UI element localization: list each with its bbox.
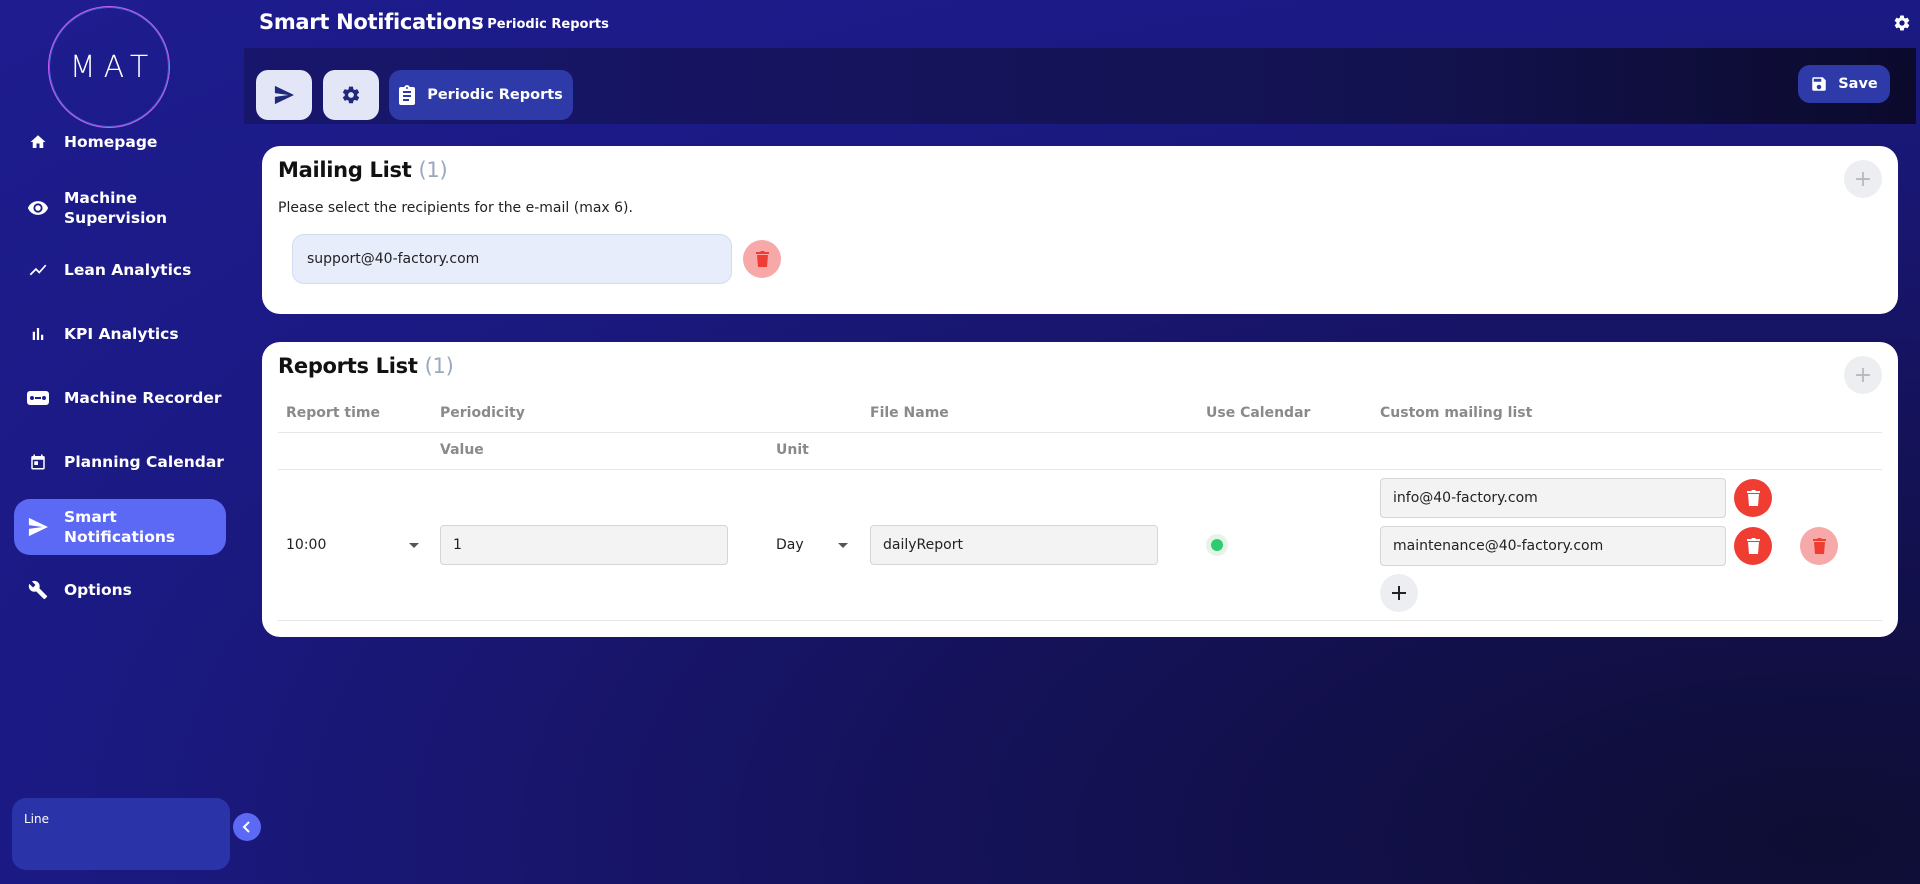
sidebar: MAT Homepage Machine Supervision Lean An… (0, 0, 261, 884)
floppy-disk-icon (1812, 77, 1826, 91)
reports-list-count: (1) (424, 354, 454, 378)
line-label: Line (24, 812, 50, 826)
sidebar-item-homepage[interactable]: Homepage (14, 128, 226, 156)
mailing-list-card: Mailing List (1) + Please select the rec… (262, 146, 1898, 314)
sidebar-item-label: KPI Analytics (64, 325, 179, 343)
column-header-report-time: Report time (286, 405, 380, 421)
send-icon (26, 515, 50, 539)
mailing-list-title: Mailing List (1) (278, 158, 448, 182)
sidebar-item-lean-analytics[interactable]: Lean Analytics (14, 256, 226, 284)
trend-line-icon (26, 258, 50, 282)
sidebar-item-label: Smart Notifications (64, 508, 176, 546)
trash-icon (755, 251, 769, 267)
file-name-input[interactable]: dailyReport (870, 525, 1158, 565)
trash-icon (1746, 490, 1760, 506)
chevron-down-icon[interactable] (409, 543, 419, 548)
sidebar-item-label: Lean Analytics (64, 261, 192, 279)
trash-icon (1746, 538, 1760, 554)
column-header-periodicity: Periodicity (440, 405, 525, 421)
delete-recipient-button[interactable] (743, 240, 781, 278)
chevron-left-icon (242, 821, 250, 833)
periodicity-value-input[interactable]: 1 (440, 525, 728, 565)
divider (278, 432, 1882, 433)
sidebar-item-label: Machine Recorder (64, 389, 222, 407)
sidebar-item-label: Planning Calendar (64, 453, 224, 471)
sidebar-item-machine-recorder[interactable]: Machine Recorder (14, 384, 226, 412)
add-report-button[interactable]: + (1844, 356, 1882, 394)
save-button[interactable]: Save (1798, 65, 1890, 103)
column-header-file-name: File Name (870, 405, 949, 421)
column-header-unit: Unit (776, 442, 809, 458)
mailing-list-count: (1) (418, 158, 448, 182)
chevron-down-icon[interactable] (838, 543, 848, 548)
sidebar-item-machine-supervision[interactable]: Machine Supervision (14, 186, 226, 230)
sidebar-item-smart-notifications[interactable]: Smart Notifications (14, 499, 226, 555)
custom-email-field[interactable]: maintenance@40-factory.com (1380, 526, 1726, 566)
toggle-indicator (1211, 539, 1223, 551)
sidebar-item-label: Machine Supervision (64, 189, 168, 227)
gear-icon (1894, 15, 1910, 31)
breadcrumb[interactable]: / Periodic Reports (478, 17, 609, 32)
periodicity-unit-select[interactable]: Day (776, 537, 804, 553)
page-title: Smart Notifications (259, 10, 484, 34)
sidebar-item-planning-calendar[interactable]: Planning Calendar (14, 448, 226, 476)
save-label: Save (1838, 76, 1878, 92)
collapse-sidebar-button[interactable] (233, 813, 261, 841)
tab-periodic-reports[interactable]: Periodic Reports (389, 70, 573, 120)
send-button[interactable] (256, 70, 312, 120)
sidebar-item-label: Options (64, 581, 132, 599)
calendar-icon (26, 450, 50, 474)
report-time-select[interactable]: 10:00 (286, 537, 326, 553)
sidebar-item-label: Homepage (64, 133, 158, 151)
mailing-list-title-text: Mailing List (278, 158, 412, 182)
gear-icon (342, 86, 360, 104)
delete-custom-email-button[interactable] (1734, 527, 1772, 565)
plus-icon (1392, 586, 1406, 600)
clipboard-icon (399, 85, 416, 105)
plus-icon: + (1853, 362, 1873, 388)
add-custom-email-button[interactable] (1380, 574, 1418, 612)
logo-text: MAT (69, 49, 157, 85)
custom-email-field[interactable]: info@40-factory.com (1380, 478, 1726, 518)
bar-chart-icon (26, 322, 50, 346)
sidebar-item-kpi-analytics[interactable]: KPI Analytics (14, 320, 226, 348)
add-recipient-button[interactable]: + (1844, 160, 1882, 198)
sidebar-item-options[interactable]: Options (14, 576, 226, 604)
column-header-value: Value (440, 442, 484, 458)
column-header-custom-mailing-list: Custom mailing list (1380, 405, 1533, 421)
send-icon (274, 85, 294, 105)
settings-gear-button[interactable] (1893, 14, 1911, 36)
reports-list-title-text: Reports List (278, 354, 418, 378)
divider (278, 469, 1882, 470)
mailing-list-hint: Please select the recipients for the e-m… (278, 200, 633, 216)
delete-report-button[interactable] (1800, 527, 1838, 565)
use-calendar-toggle[interactable] (1206, 534, 1228, 556)
logo: MAT (48, 6, 170, 128)
trash-icon (1812, 538, 1826, 554)
recorder-icon (26, 386, 50, 410)
tab-label: Periodic Reports (427, 87, 563, 103)
reports-list-title: Reports List (1) (278, 354, 454, 378)
plus-icon: + (1853, 166, 1873, 192)
home-icon (26, 130, 50, 154)
eye-icon (26, 196, 50, 220)
column-header-use-calendar: Use Calendar (1206, 405, 1311, 421)
reports-list-card: Reports List (1) + Report time Periodici… (262, 342, 1898, 637)
wrench-icon (26, 578, 50, 602)
settings-button[interactable] (323, 70, 379, 120)
recipient-email[interactable]: support@40-factory.com (292, 234, 732, 284)
divider (278, 620, 1882, 621)
line-selector[interactable]: Line (12, 798, 230, 870)
delete-custom-email-button[interactable] (1734, 479, 1772, 517)
